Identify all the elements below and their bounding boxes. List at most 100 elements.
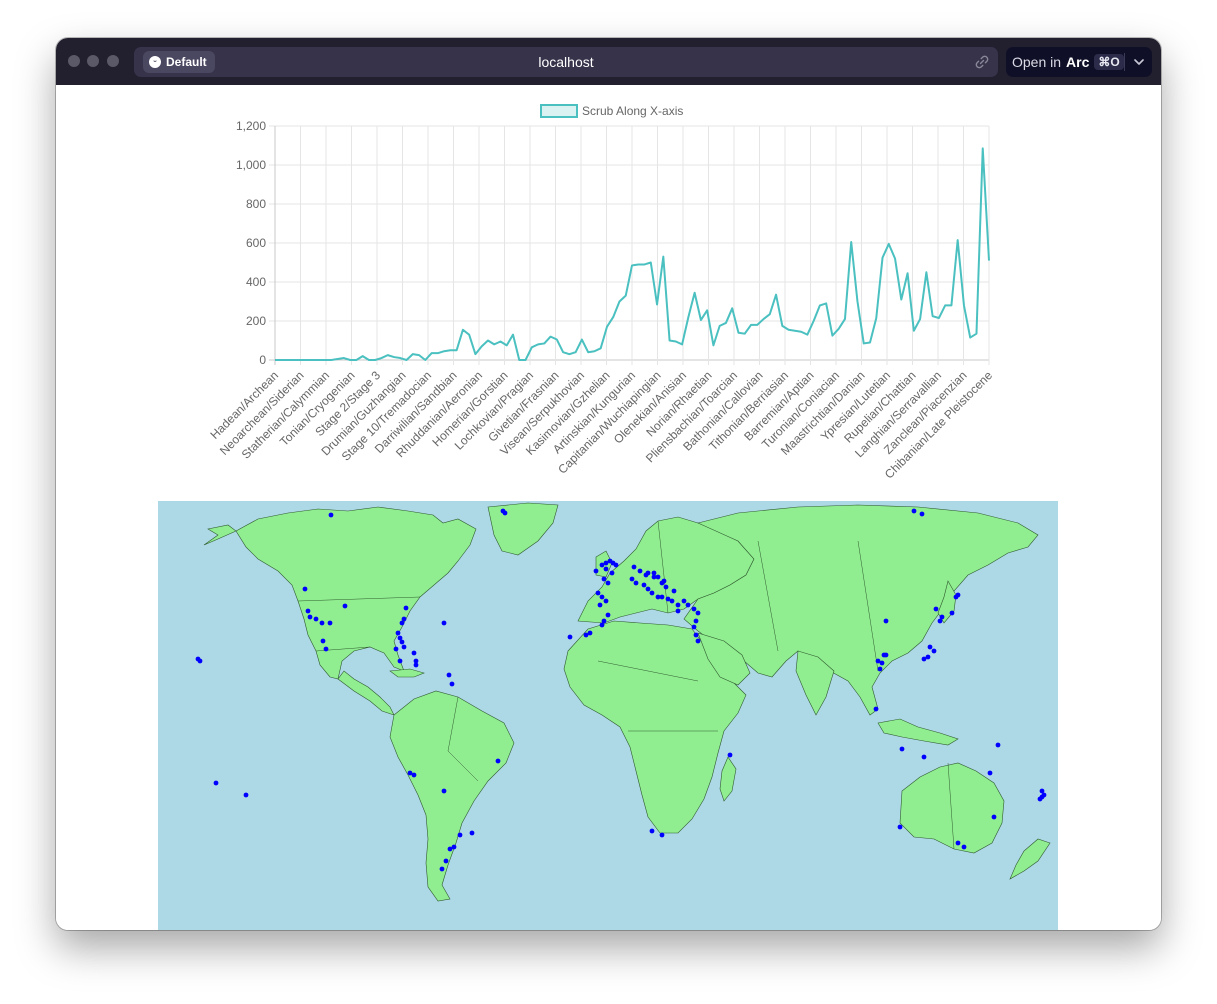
location-marker[interactable] bbox=[955, 592, 961, 598]
location-marker[interactable] bbox=[599, 622, 605, 628]
location-marker[interactable] bbox=[213, 780, 219, 786]
location-marker[interactable] bbox=[927, 644, 933, 650]
location-marker[interactable] bbox=[877, 666, 883, 672]
location-marker[interactable] bbox=[671, 588, 677, 594]
location-marker[interactable] bbox=[873, 706, 879, 712]
location-marker[interactable] bbox=[643, 572, 649, 578]
location-marker[interactable] bbox=[393, 646, 399, 652]
url-text[interactable]: localhost bbox=[134, 47, 998, 77]
location-marker[interactable] bbox=[995, 742, 1001, 748]
location-marker[interactable] bbox=[659, 594, 665, 600]
location-marker[interactable] bbox=[919, 511, 925, 517]
location-marker[interactable] bbox=[1039, 794, 1045, 800]
location-marker[interactable] bbox=[987, 770, 993, 776]
location-marker[interactable] bbox=[411, 772, 417, 778]
location-marker[interactable] bbox=[469, 830, 475, 836]
location-marker[interactable] bbox=[681, 598, 687, 604]
location-marker[interactable] bbox=[651, 570, 657, 576]
location-marker[interactable] bbox=[633, 580, 639, 586]
profile-button[interactable]: ᵕ Default bbox=[143, 51, 215, 73]
open-in-arc-button[interactable]: Open in Arc ⌘O bbox=[1006, 47, 1152, 77]
location-marker[interactable] bbox=[883, 652, 889, 658]
location-marker[interactable] bbox=[319, 620, 325, 626]
location-marker[interactable] bbox=[629, 576, 635, 582]
location-marker[interactable] bbox=[911, 508, 917, 514]
location-marker[interactable] bbox=[502, 510, 508, 516]
line-chart[interactable]: 0 200 400 600 800 1,000 1,200 Hadean/ArcheanNe… bbox=[56, 85, 1161, 500]
location-marker[interactable] bbox=[669, 598, 675, 604]
location-marker[interactable] bbox=[659, 832, 665, 838]
location-marker[interactable] bbox=[949, 610, 955, 616]
location-marker[interactable] bbox=[603, 598, 609, 604]
location-marker[interactable] bbox=[599, 594, 605, 600]
location-marker[interactable] bbox=[613, 562, 619, 568]
location-marker[interactable] bbox=[631, 564, 637, 570]
location-marker[interactable] bbox=[327, 620, 333, 626]
location-marker[interactable] bbox=[691, 624, 697, 630]
location-marker[interactable] bbox=[446, 672, 452, 678]
chart-legend[interactable]: Scrub Along X-axis bbox=[540, 104, 683, 118]
location-marker[interactable] bbox=[637, 568, 643, 574]
location-marker[interactable] bbox=[691, 606, 697, 612]
world-map[interactable] bbox=[158, 501, 1058, 930]
location-marker[interactable] bbox=[495, 758, 501, 764]
location-marker[interactable] bbox=[727, 752, 733, 758]
location-marker[interactable] bbox=[401, 644, 407, 650]
location-marker[interactable] bbox=[693, 618, 699, 624]
location-marker[interactable] bbox=[439, 866, 445, 872]
location-marker[interactable] bbox=[397, 658, 403, 664]
location-marker[interactable] bbox=[601, 576, 607, 582]
location-marker[interactable] bbox=[955, 840, 961, 846]
location-marker[interactable] bbox=[583, 632, 589, 638]
location-marker[interactable] bbox=[593, 568, 599, 574]
location-marker[interactable] bbox=[931, 648, 937, 654]
location-marker[interactable] bbox=[328, 512, 334, 518]
location-marker[interactable] bbox=[675, 608, 681, 614]
location-marker[interactable] bbox=[939, 614, 945, 620]
location-marker[interactable] bbox=[695, 638, 701, 644]
minimize-window-button[interactable] bbox=[87, 55, 99, 67]
location-marker[interactable] bbox=[695, 610, 701, 616]
location-marker[interactable] bbox=[443, 858, 449, 864]
zoom-window-button[interactable] bbox=[107, 55, 119, 67]
location-marker[interactable] bbox=[399, 620, 405, 626]
chevron-down-icon[interactable] bbox=[1132, 55, 1146, 69]
location-marker[interactable] bbox=[403, 605, 409, 611]
location-marker[interactable] bbox=[411, 650, 417, 656]
location-marker[interactable] bbox=[921, 656, 927, 662]
location-marker[interactable] bbox=[609, 570, 615, 576]
location-marker[interactable] bbox=[645, 586, 651, 592]
location-marker[interactable] bbox=[302, 586, 308, 592]
location-marker[interactable] bbox=[399, 639, 405, 645]
location-marker[interactable] bbox=[197, 658, 203, 664]
location-marker[interactable] bbox=[655, 574, 661, 580]
location-marker[interactable] bbox=[597, 602, 603, 608]
location-marker[interactable] bbox=[307, 614, 313, 620]
location-marker[interactable] bbox=[685, 602, 691, 608]
location-marker[interactable] bbox=[457, 832, 463, 838]
location-marker[interactable] bbox=[449, 681, 455, 687]
address-bar[interactable]: localhost ᵕ Default bbox=[134, 47, 998, 77]
location-marker[interactable] bbox=[675, 602, 681, 608]
location-marker[interactable] bbox=[933, 606, 939, 612]
location-marker[interactable] bbox=[243, 792, 249, 798]
location-marker[interactable] bbox=[603, 566, 609, 572]
location-marker[interactable] bbox=[663, 584, 669, 590]
location-marker[interactable] bbox=[395, 630, 401, 636]
location-marker[interactable] bbox=[897, 824, 903, 830]
location-marker[interactable] bbox=[342, 603, 348, 609]
location-marker[interactable] bbox=[305, 608, 311, 614]
location-marker[interactable] bbox=[649, 590, 655, 596]
location-marker[interactable] bbox=[693, 632, 699, 638]
location-marker[interactable] bbox=[320, 638, 326, 644]
location-marker[interactable] bbox=[649, 828, 655, 834]
location-marker[interactable] bbox=[441, 788, 447, 794]
location-marker[interactable] bbox=[991, 814, 997, 820]
location-marker[interactable] bbox=[921, 754, 927, 760]
location-marker[interactable] bbox=[323, 646, 329, 652]
location-marker[interactable] bbox=[879, 660, 885, 666]
location-marker[interactable] bbox=[567, 634, 573, 640]
location-marker[interactable] bbox=[661, 578, 667, 584]
location-marker[interactable] bbox=[605, 612, 611, 618]
location-marker[interactable] bbox=[441, 620, 447, 626]
